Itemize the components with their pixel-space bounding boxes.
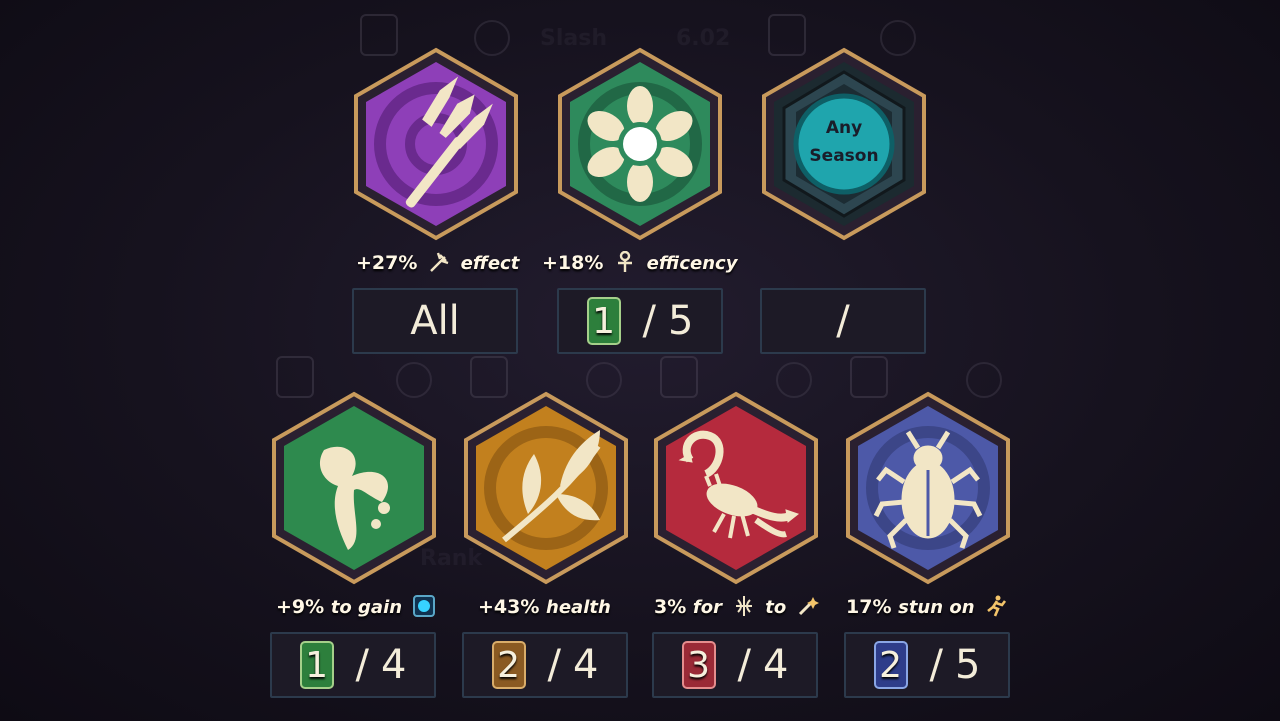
beetle-ability-badge[interactable] — [842, 390, 1014, 586]
leaf-bonus: +43% health — [478, 594, 611, 620]
counter-separator: / — [642, 298, 657, 344]
counter-total: 5 — [668, 298, 694, 344]
bronze-card-icon: 2 — [491, 641, 526, 689]
cyan-gem-icon — [412, 595, 435, 617]
scorpion-icon — [654, 391, 818, 585]
counter-current: 1 — [592, 300, 615, 342]
counter-separator: / — [355, 642, 370, 688]
bonus-text-b: to — [765, 597, 787, 618]
blue-card-icon: 2 — [873, 641, 908, 689]
trident-icon — [354, 47, 518, 241]
counter-total: 5 — [955, 642, 981, 688]
bonus-text-a: for — [692, 597, 722, 618]
dragon-counter: 1 / 4 — [270, 632, 436, 698]
dragon-bonus: +9% to gain — [276, 594, 439, 620]
bow-icon — [733, 595, 755, 617]
red-card-icon: 3 — [681, 641, 716, 689]
counter-separator: / — [737, 642, 752, 688]
counter-current: 1 — [305, 644, 328, 686]
counter-text: / — [836, 298, 850, 344]
flower-ability-badge[interactable] — [554, 46, 726, 242]
counter-total: 4 — [573, 642, 599, 688]
counter-current: 2 — [497, 644, 520, 686]
trident-counter: All — [352, 288, 518, 354]
bonus-value: +43% — [478, 596, 540, 618]
bonus-text: to gain — [330, 597, 403, 618]
runner-icon — [985, 595, 1007, 617]
season-label-line2: Season — [809, 146, 879, 166]
bonus-value: 3% — [654, 596, 687, 618]
counter-total: 4 — [381, 642, 407, 688]
scorpion-counter: 3 / 4 — [652, 632, 818, 698]
bonus-text: health — [546, 597, 611, 618]
bonus-value: 17% — [846, 596, 892, 618]
leaf-ability-badge[interactable] — [460, 390, 632, 586]
flower-bonus: +18% efficency — [542, 250, 737, 276]
dragon-ability-badge[interactable] — [268, 390, 440, 586]
beetle-bonus: 17% stun on — [846, 594, 1011, 620]
leaf-counter: 2 / 4 — [462, 632, 628, 698]
ankh-icon — [614, 250, 636, 273]
green-card-icon: 1 — [299, 641, 334, 689]
season-icon — [762, 47, 926, 241]
counter-separator: / — [929, 642, 944, 688]
bonus-value: +18% — [542, 252, 604, 274]
trident-small-icon — [428, 251, 450, 273]
counter-current: 3 — [687, 644, 710, 686]
bonus-text: stun on — [898, 597, 975, 618]
beetle-counter: 2 / 5 — [844, 632, 1010, 698]
beetle-icon — [846, 391, 1010, 585]
counter-current: 2 — [879, 644, 902, 686]
leaf-icon — [464, 391, 628, 585]
counter-text: All — [410, 298, 460, 344]
bonus-value: +27% — [356, 252, 418, 274]
counter-separator: / — [547, 642, 562, 688]
bonus-value: +9% — [276, 596, 325, 618]
wand-icon — [797, 595, 819, 617]
trident-ability-badge[interactable] — [350, 46, 522, 242]
season-counter: / — [760, 288, 926, 354]
flower-counter: 1 / 5 — [557, 288, 723, 354]
counter-total: 4 — [763, 642, 789, 688]
bonus-text: efficency — [646, 253, 738, 274]
flower-icon — [558, 47, 722, 241]
bonus-text: effect — [460, 253, 520, 274]
trident-bonus: +27% effect — [356, 250, 519, 276]
season-ability-badge[interactable]: Any Season — [758, 46, 930, 242]
dragon-icon — [272, 391, 436, 585]
green-card-icon: 1 — [586, 297, 621, 345]
scorpion-bonus: 3% for to — [654, 594, 823, 620]
season-label-line1: Any — [825, 118, 863, 138]
scorpion-ability-badge[interactable] — [650, 390, 822, 586]
